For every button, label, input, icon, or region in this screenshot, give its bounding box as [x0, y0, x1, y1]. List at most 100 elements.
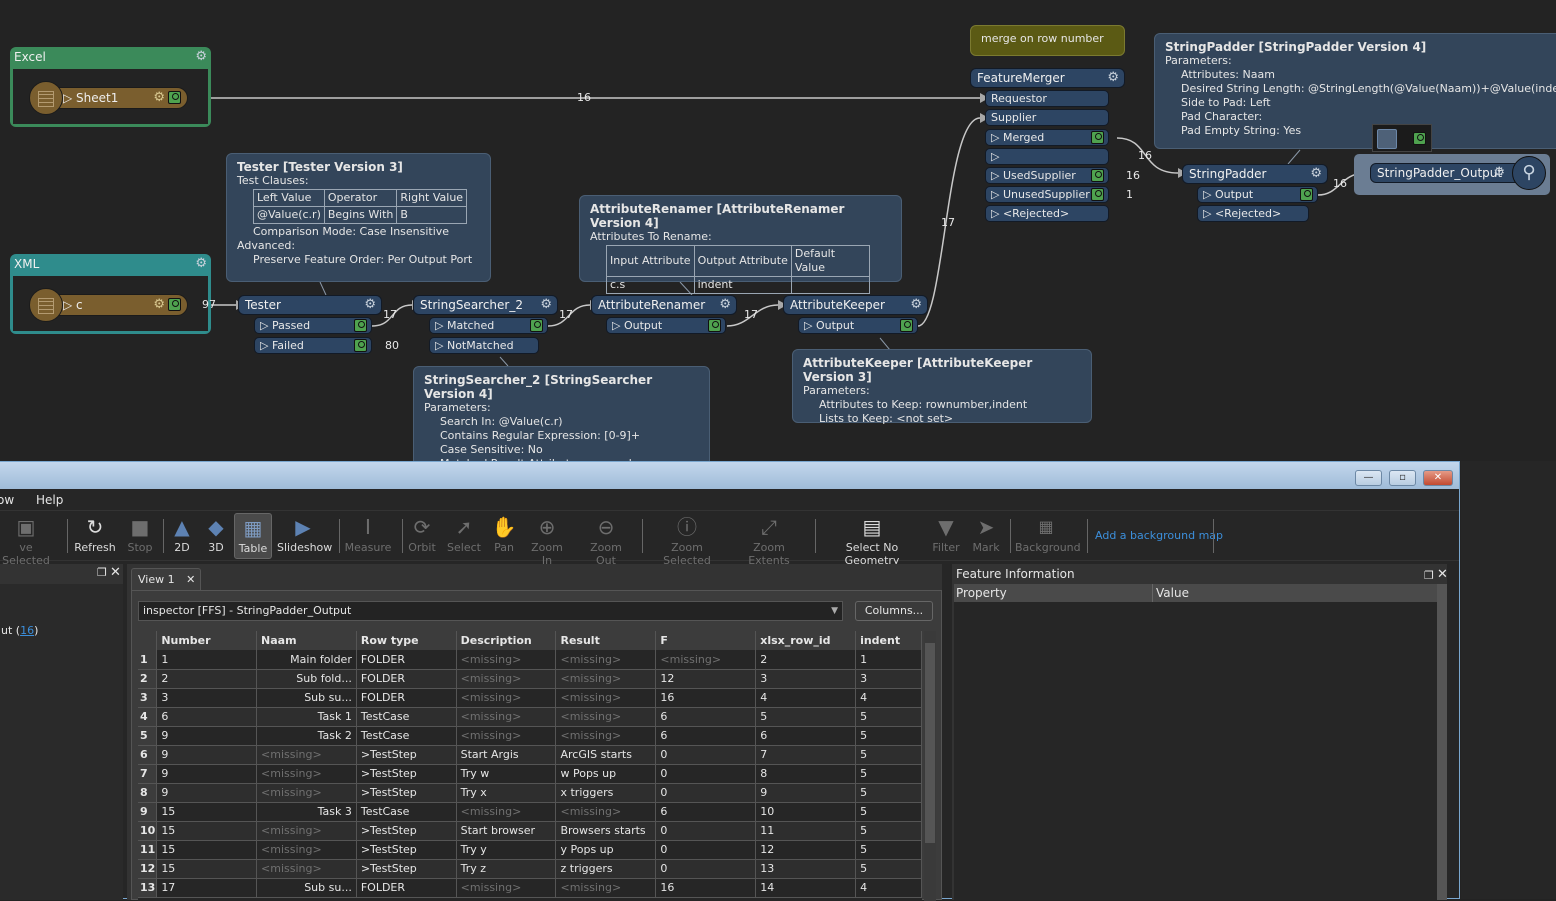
gear-icon[interactable]: ⚙ — [195, 254, 207, 274]
close-panel-icon[interactable]: ✕ — [1437, 565, 1448, 585]
port-renamer-output[interactable]: ▷ Output — [606, 317, 726, 334]
table-cell[interactable]: 0 — [655, 783, 757, 803]
row-number[interactable]: 2 — [138, 669, 158, 689]
menu-window[interactable]: ow — [0, 493, 14, 507]
filter-button[interactable]: ▼ Filter — [931, 513, 961, 559]
zoom-selected-button[interactable]: ⓘ Zoom Selected — [651, 513, 723, 567]
reader-sheet1[interactable]: ▷ Sheet1 ⚙ — [29, 81, 188, 115]
table-cell[interactable]: Task 1 — [256, 707, 357, 727]
table-cell[interactable]: >TestStep — [356, 764, 457, 784]
port-unmergedrequestor[interactable]: ▷ UnmergedRequestor — [985, 148, 1109, 178]
column-header[interactable]: Result — [555, 631, 657, 650]
zoom-out-button[interactable]: ⊖ Zoom Out — [581, 513, 631, 567]
table-cell[interactable]: 5 — [855, 745, 922, 765]
table-cell[interactable]: Sub su... — [256, 688, 357, 708]
column-header[interactable]: Row type — [356, 631, 457, 650]
row-number[interactable]: 11 — [138, 840, 158, 860]
row-number[interactable]: 4 — [138, 707, 158, 727]
table-cell[interactable]: >TestStep — [356, 821, 457, 841]
annotation-stringsearcher[interactable]: StringSearcher_2 [StringSearcher Version… — [413, 366, 710, 462]
table-cell[interactable]: 4 — [855, 688, 922, 708]
table-cell[interactable]: 9 — [156, 745, 258, 765]
row-number[interactable]: 13 — [138, 878, 158, 898]
table-cell[interactable]: 0 — [655, 745, 757, 765]
refresh-button[interactable]: ↻ Refresh — [73, 513, 117, 559]
run-to-here-icon[interactable] — [1377, 129, 1397, 149]
transformer-featuremerger[interactable]: FeatureMerger ⚙ — [970, 68, 1125, 88]
table-cell[interactable]: 0 — [655, 840, 757, 860]
table-cell[interactable]: 10 — [755, 802, 857, 822]
port-notmatched[interactable]: ▷ NotMatched — [429, 337, 539, 354]
table-cell[interactable]: Main folder — [256, 650, 357, 670]
table-cell[interactable]: 15 — [156, 821, 258, 841]
add-background-map-link[interactable]: Add a background map — [1095, 529, 1223, 542]
table-cell[interactable]: TestCase — [356, 802, 457, 822]
table-cell[interactable]: 5 — [855, 821, 922, 841]
table-cell[interactable]: Try x — [456, 783, 557, 803]
inspect-icon[interactable] — [708, 319, 721, 332]
inspect-icon[interactable] — [354, 319, 367, 332]
transformer-attributekeeper[interactable]: AttributeKeeper ⚙ — [783, 295, 928, 315]
table-cell[interactable]: Try w — [456, 764, 557, 784]
table-cell[interactable]: <missing> — [555, 688, 657, 708]
table-cell[interactable]: <missing> — [256, 745, 357, 765]
transformer-stringsearcher[interactable]: StringSearcher_2 ⚙ — [413, 295, 558, 315]
table-scrollbar[interactable] — [924, 631, 936, 901]
table-cell[interactable]: 14 — [755, 878, 857, 898]
table-cell[interactable]: <missing> — [456, 878, 557, 898]
table-cell[interactable]: 6 — [755, 726, 857, 746]
table-button[interactable]: ▦ Table — [234, 513, 272, 559]
transformer-attributerenamer[interactable]: AttributeRenamer ⚙ — [591, 295, 737, 315]
2d-button[interactable]: ▲ 2D — [167, 513, 197, 559]
table-cell[interactable]: 5 — [855, 783, 922, 803]
row-number[interactable]: 7 — [138, 764, 158, 784]
inspect-icon[interactable] — [168, 91, 181, 104]
table-cell[interactable]: FOLDER — [356, 669, 457, 689]
gear-icon[interactable]: ⚙ — [1310, 165, 1322, 183]
table-cell[interactable]: 12 — [755, 840, 857, 860]
column-header[interactable]: F — [655, 631, 757, 650]
port-matched[interactable]: ▷ Matched — [429, 317, 548, 334]
row-number[interactable]: 10 — [138, 821, 158, 841]
table-cell[interactable]: Start browser — [456, 821, 557, 841]
gear-icon[interactable]: ⚙ — [364, 296, 376, 314]
source-selector[interactable]: inspector [FFS] - StringPadder_Output ▼ — [138, 601, 843, 621]
table-cell[interactable]: FOLDER — [356, 650, 457, 670]
table-cell[interactable]: 7 — [755, 745, 857, 765]
maximize-button[interactable]: ▫ — [1389, 470, 1416, 486]
background-button[interactable]: ▦ Background — [1015, 513, 1081, 559]
feature-info-table[interactable]: Property Value — [954, 584, 1437, 900]
float-icon[interactable]: ❐ — [1424, 566, 1434, 586]
column-header[interactable]: Number — [156, 631, 258, 650]
row-number[interactable]: 9 — [138, 802, 158, 822]
table-cell[interactable]: 5 — [855, 859, 922, 879]
table-cell[interactable]: Task 3 — [256, 802, 357, 822]
table-row[interactable]: 7 9 <missing> >TestStep Try ww Pops up 0 8 5 — [138, 764, 922, 784]
minimize-button[interactable]: — — [1355, 470, 1382, 486]
port-padder-output[interactable]: ▷ Output — [1197, 186, 1318, 203]
table-row[interactable]: 5 9 Task 2 TestCase <missing> <missing> 6 6 5 — [138, 726, 922, 746]
inspect-icon[interactable] — [1091, 131, 1104, 144]
table-cell[interactable]: ArcGIS starts — [555, 745, 657, 765]
table-cell[interactable]: x triggers — [555, 783, 657, 803]
table-cell[interactable]: <missing> — [256, 840, 357, 860]
table-cell[interactable]: >TestStep — [356, 783, 457, 803]
table-cell[interactable]: 5 — [855, 802, 922, 822]
port-merger-rejected[interactable]: ▷ <Rejected> — [985, 205, 1109, 222]
close-button[interactable]: ✕ — [1423, 470, 1453, 486]
inspect-icon[interactable] — [1091, 188, 1104, 201]
annotation-stringpadder[interactable]: StringPadder [StringPadder Version 4] Pa… — [1154, 33, 1556, 149]
port-merged[interactable]: ▷ Merged — [985, 129, 1109, 146]
inspect-icon[interactable] — [354, 339, 367, 352]
feature-info-scrollbar[interactable] — [1437, 584, 1447, 900]
transformer-stringpadder[interactable]: StringPadder ⚙ — [1182, 164, 1328, 184]
reader-c[interactable]: ▷ c ⚙ — [29, 288, 188, 322]
magnifier-icon[interactable]: ⚲ — [1512, 156, 1546, 190]
measure-button[interactable]: Ⅰ Measure — [343, 513, 393, 559]
window-titlebar[interactable]: — ▫ ✕ — [0, 462, 1459, 489]
columns-button[interactable]: Columns... — [855, 601, 933, 621]
table-row[interactable]: 2 2 Sub fold... FOLDER <missing> <missing> 12 3… — [138, 669, 922, 689]
close-tab-icon[interactable]: ✕ — [186, 573, 195, 586]
table-cell[interactable]: 2 — [156, 669, 258, 689]
table-cell[interactable]: Start Argis — [456, 745, 557, 765]
